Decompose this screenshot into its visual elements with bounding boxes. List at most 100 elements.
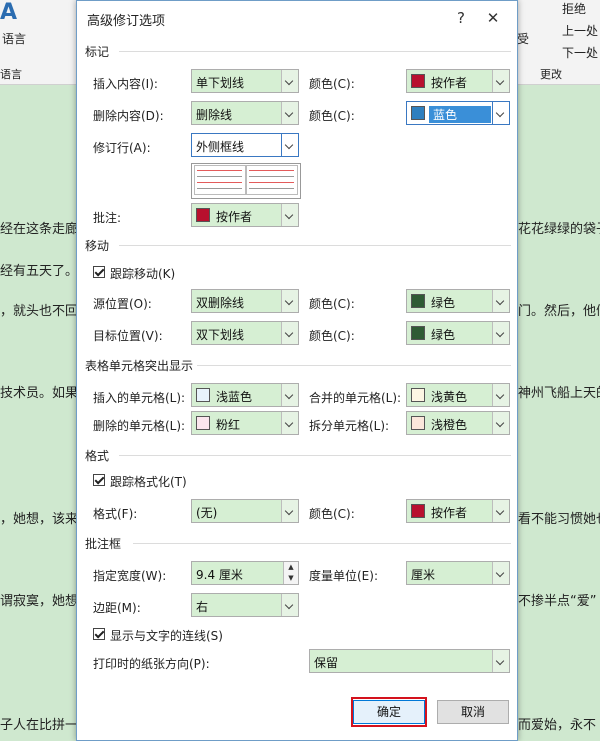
chevron-down-icon[interactable]	[281, 384, 298, 406]
measure-unit-combo[interactable]: 厘米	[406, 561, 510, 585]
help-icon[interactable]: ?	[450, 7, 472, 29]
chevron-down-icon[interactable]	[492, 290, 509, 312]
color-swatch	[196, 208, 210, 222]
color-swatch	[411, 294, 425, 308]
deleted-cells-value: 粉红	[216, 418, 241, 432]
preview-right-page	[246, 165, 298, 195]
moved-from-color-combo[interactable]: 绿色	[406, 289, 510, 313]
moved-to-color-combo[interactable]: 绿色	[406, 321, 510, 345]
paper-orientation-label: 打印时的纸张方向(P):	[93, 657, 210, 671]
deleted-cells-label: 删除的单元格(L):	[93, 419, 186, 433]
doc-line-right: 不掺半点“爱”	[518, 594, 597, 609]
split-cells-combo[interactable]: 浅橙色	[406, 411, 510, 435]
delete-color-combo[interactable]: 蓝色	[406, 101, 510, 125]
advanced-track-changes-dialog: 高级修订选项 ? ✕ 标记 插入内容(I): 单下划线 颜色(C): 按作者 删…	[76, 0, 518, 741]
changed-lines-value: 外侧框线	[196, 140, 245, 154]
insert-value: 单下划线	[196, 76, 245, 90]
insert-combo[interactable]: 单下划线	[191, 69, 299, 93]
insert-color-value: 按作者	[431, 76, 468, 90]
dialog-title: 高级修订选项	[87, 14, 166, 29]
chevron-down-icon[interactable]	[281, 500, 298, 522]
doc-line-right: 花花绿绿的袋子	[518, 222, 600, 237]
doc-line-left: 谓寂寞，她想	[0, 594, 79, 609]
delete-value: 删除线	[196, 108, 233, 122]
chevron-down-icon[interactable]	[281, 134, 298, 156]
chevron-down-icon[interactable]	[281, 594, 298, 616]
color-swatch	[411, 388, 425, 402]
reject-button[interactable]: 拒绝	[562, 0, 586, 17]
moved-from-combo[interactable]: 双删除线	[191, 289, 299, 313]
delete-combo[interactable]: 删除线	[191, 101, 299, 125]
balloon-width-label: 指定宽度(W):	[93, 569, 167, 583]
merged-cells-combo[interactable]: 浅黄色	[406, 383, 510, 407]
next-change-button[interactable]: 下一处	[562, 44, 598, 61]
track-formatting-checkbox[interactable]	[93, 474, 105, 486]
insert-color-label: 颜色(C):	[309, 77, 355, 91]
insert-color-combo[interactable]: 按作者	[406, 69, 510, 93]
margin-combo[interactable]: 右	[191, 593, 299, 617]
chevron-down-icon[interactable]	[281, 290, 298, 312]
margin-label: 边距(M):	[93, 601, 141, 615]
chevron-down-icon[interactable]	[492, 412, 509, 434]
chevron-down-icon[interactable]	[492, 650, 509, 672]
language-group-label: 语言	[0, 68, 22, 81]
show-lines-checkbox[interactable]	[93, 628, 105, 640]
track-moves-label[interactable]: 跟踪移动(K)	[110, 265, 175, 282]
moved-to-combo[interactable]: 双下划线	[191, 321, 299, 345]
show-lines-label[interactable]: 显示与文字的连线(S)	[110, 627, 223, 644]
chevron-down-icon[interactable]	[492, 384, 509, 406]
split-cells-label: 拆分单元格(L):	[309, 419, 390, 433]
formatting-color-label: 颜色(C):	[309, 507, 355, 521]
measure-unit-value: 厘米	[411, 568, 436, 582]
accept-fragment-label[interactable]: 受	[517, 30, 529, 47]
chevron-down-icon[interactable]	[281, 102, 298, 124]
dialog-titlebar[interactable]: 高级修订选项 ? ✕	[77, 1, 517, 35]
chevron-down-icon[interactable]	[492, 70, 509, 92]
formatting-value: (无)	[196, 506, 218, 520]
comments-color-combo[interactable]: 按作者	[191, 203, 299, 227]
formatting-color-combo[interactable]: 按作者	[406, 499, 510, 523]
track-formatting-label[interactable]: 跟踪格式化(T)	[110, 473, 187, 490]
chevron-down-icon[interactable]	[492, 102, 509, 124]
language-button-label[interactable]: 语言	[2, 30, 26, 47]
balloons-section-title: 批注框	[85, 537, 122, 551]
moved-to-color-label: 颜色(C):	[309, 329, 355, 343]
formatting-combo[interactable]: (无)	[191, 499, 299, 523]
previous-change-button[interactable]: 上一处	[562, 22, 598, 39]
ok-button[interactable]: 确定	[353, 700, 425, 724]
moved-from-color-label: 颜色(C):	[309, 297, 355, 311]
changed-lines-combo[interactable]: 外侧框线	[191, 133, 299, 157]
paper-orientation-combo[interactable]: 保留	[309, 649, 510, 673]
doc-line-left: 经在这条走廊	[0, 222, 79, 237]
chevron-down-icon[interactable]	[492, 562, 509, 584]
doc-line-right: 而爱始，永不	[518, 718, 597, 733]
doc-line-left: 经有五天了。	[0, 264, 79, 279]
balloon-width-stepper[interactable]: 9.4 厘米 ▲ ▼	[191, 561, 299, 585]
preview-line	[197, 176, 242, 177]
doc-line-right: 看不能习惯她也	[518, 512, 600, 527]
chevron-down-icon[interactable]	[281, 204, 298, 226]
deleted-cells-combo[interactable]: 粉红	[191, 411, 299, 435]
markup-section-divider	[119, 51, 511, 52]
preview-left-page	[194, 165, 246, 195]
chevron-down-icon[interactable]	[281, 322, 298, 344]
chevron-down-icon[interactable]	[281, 412, 298, 434]
chevron-down-icon[interactable]	[492, 322, 509, 344]
inserted-cells-combo[interactable]: 浅蓝色	[191, 383, 299, 407]
moved-from-value: 双删除线	[196, 296, 245, 310]
stepper-down-icon[interactable]: ▼	[283, 573, 298, 584]
preview-line	[197, 170, 242, 171]
stepper-up-icon[interactable]: ▲	[283, 562, 298, 573]
track-moves-checkbox[interactable]	[93, 266, 105, 278]
doc-line-left: ，她想，该来	[0, 512, 79, 527]
doc-line-right: 门。然后，他们	[518, 304, 600, 319]
changes-group-label: 更改	[540, 68, 562, 81]
close-icon[interactable]: ✕	[482, 7, 504, 29]
paper-orientation-value: 保留	[314, 656, 339, 670]
chevron-down-icon[interactable]	[492, 500, 509, 522]
preview-line	[249, 182, 294, 183]
preview-line	[249, 176, 294, 177]
chevron-down-icon[interactable]	[281, 70, 298, 92]
cancel-button[interactable]: 取消	[437, 700, 509, 724]
insert-label: 插入内容(I):	[93, 77, 158, 91]
